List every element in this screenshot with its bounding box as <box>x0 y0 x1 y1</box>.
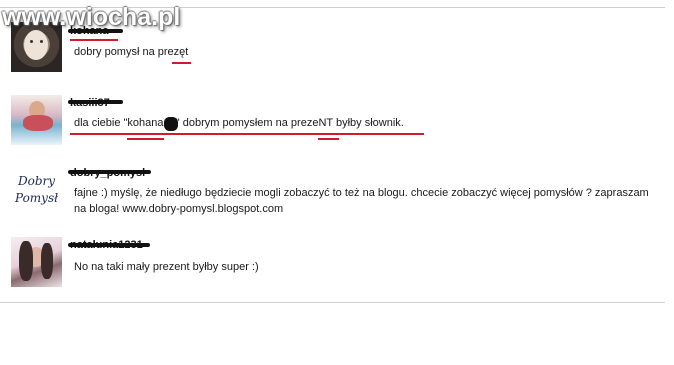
avatar-logo-text: Dobry Pomysł <box>14 174 59 205</box>
red-underline <box>127 138 164 140</box>
censor-scribble <box>68 170 151 174</box>
avatar[interactable] <box>11 237 62 287</box>
watermark-logo: www.wiocha.pl <box>2 3 181 31</box>
comment-text: dla ciebie "kohana18" dobrym pomysłem na… <box>74 117 404 129</box>
censor-blot <box>164 117 178 131</box>
bottom-divider <box>0 302 665 303</box>
red-underline <box>70 133 424 135</box>
comment-text: No na taki mały prezent byłby super :) <box>74 261 259 273</box>
red-underline <box>318 138 339 140</box>
comment-text: dobry pomysł na prezęt <box>74 46 189 58</box>
comment-text: fajne :) myślę, że niedługo będziecie mo… <box>74 187 649 215</box>
red-underline <box>172 62 191 64</box>
red-underline <box>70 39 118 41</box>
censor-scribble <box>68 243 150 247</box>
avatar[interactable] <box>11 95 62 145</box>
avatar[interactable]: Dobry Pomysł <box>11 167 62 217</box>
censor-scribble <box>68 100 123 104</box>
